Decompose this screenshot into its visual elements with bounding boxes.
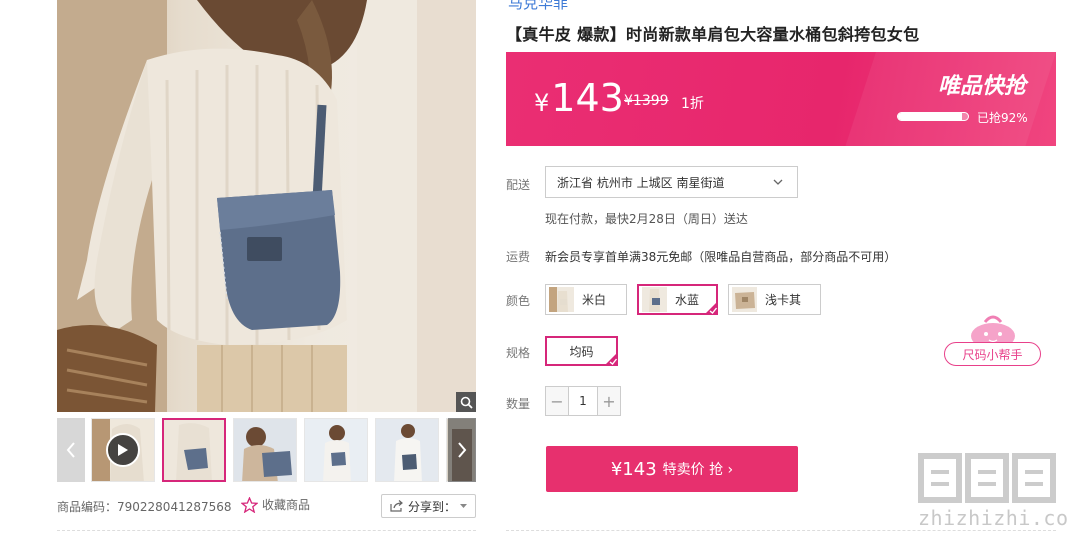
thumbnail-2[interactable] <box>162 418 226 482</box>
price-banner: ¥143 ¥1399 1折 唯品快抢 已抢92% <box>506 52 1056 146</box>
favorite-button[interactable]: 收藏商品 <box>241 496 310 513</box>
chevron-down-icon <box>460 503 467 508</box>
color-option-khaki[interactable]: 浅卡其 <box>728 284 821 315</box>
current-price: ¥143 <box>534 74 624 127</box>
quantity-label: 数量 <box>506 397 531 411</box>
buy-button-text: 特卖价 抢 › <box>662 462 734 478</box>
freight-text: 新会员专享首单满38元免邮（限唯品自营商品，部分商品不可用） <box>545 250 897 264</box>
color-swatch-image <box>732 287 757 312</box>
color-option-label: 米白 <box>582 293 607 307</box>
site-watermark: zhizhizhi.com <box>915 450 1067 532</box>
chevron-down-icon <box>773 179 783 185</box>
delivery-estimate: 现在付款，最快2月28日（周日）送达 <box>545 212 748 226</box>
left-divider <box>57 530 476 531</box>
check-icon <box>704 301 718 315</box>
chevron-left-icon <box>66 442 75 458</box>
current-price-value: 143 <box>551 76 624 120</box>
size-helper-label: 尺码小帮手 <box>944 342 1041 366</box>
favorite-label: 收藏商品 <box>262 498 311 512</box>
zoom-icon <box>460 396 473 409</box>
address-value: 浙江省 杭州市 上城区 南星街道 <box>557 175 725 190</box>
quantity-increase-button[interactable]: + <box>598 387 620 415</box>
check-icon <box>604 352 618 366</box>
original-price: ¥1399 <box>624 93 669 109</box>
color-option-label: 浅卡其 <box>765 293 802 307</box>
quantity-input[interactable] <box>568 387 598 415</box>
currency-symbol: ¥ <box>534 89 550 117</box>
sold-percent-text: 已抢92% <box>977 111 1028 125</box>
color-option-blue[interactable]: 水蓝 <box>637 284 718 315</box>
play-button[interactable] <box>106 433 140 467</box>
sku-code: 商品编码：790228041287568 <box>57 500 232 514</box>
thumbnail-next-button[interactable] <box>448 418 476 482</box>
color-option-label: 水蓝 <box>675 293 700 307</box>
zoom-button[interactable] <box>456 392 476 412</box>
thumbnail-5[interactable] <box>375 418 439 482</box>
color-label: 颜色 <box>506 294 531 308</box>
sold-progress-bar <box>897 112 969 121</box>
share-icon <box>390 500 403 512</box>
quantity-decrease-button[interactable]: − <box>546 387 568 415</box>
share-label: 分享到： <box>407 499 456 514</box>
size-helper-widget[interactable]: 尺码小帮手 <box>943 310 1043 368</box>
play-icon <box>118 444 128 456</box>
color-swatch-image <box>549 287 574 312</box>
brand-link[interactable]: 马克华菲 <box>508 0 568 13</box>
main-product-image[interactable] <box>57 0 476 412</box>
sold-progress-fill <box>898 113 963 120</box>
share-dropdown[interactable]: 分享到： <box>381 494 476 518</box>
thumbnail-prev-button[interactable] <box>57 418 85 482</box>
star-icon <box>241 496 258 513</box>
product-title: 【真牛皮 爆款】时尚新款单肩包大容量水桶包斜挎包女包 <box>506 25 920 44</box>
chevron-right-icon <box>458 442 467 458</box>
thumbnail-3[interactable] <box>233 418 297 482</box>
thumbnail-4[interactable] <box>304 418 368 482</box>
spec-label: 规格 <box>506 346 531 360</box>
thumbnail-strip <box>57 418 476 484</box>
watermark-url: zhizhizhi.com <box>918 506 1067 530</box>
buy-now-button[interactable]: ¥143 特卖价 抢 › <box>546 446 798 492</box>
quantity-stepper: − + <box>545 386 621 416</box>
delivery-label: 配送 <box>506 178 531 192</box>
watermark-logo <box>918 453 1056 503</box>
freight-label: 运费 <box>506 250 531 264</box>
address-select[interactable]: 浙江省 杭州市 上城区 南星街道 <box>545 166 798 198</box>
color-option-beige[interactable]: 米白 <box>545 284 627 315</box>
color-swatch-image <box>642 287 667 312</box>
size-option-one-size[interactable]: 均码 <box>545 336 618 366</box>
discount-label: 1折 <box>681 96 704 112</box>
buy-button-price: ¥143 <box>610 458 657 480</box>
thumbnail-video[interactable] <box>91 418 155 482</box>
flash-sale-title: 唯品快抢 <box>937 74 1026 99</box>
size-option-label: 均码 <box>569 344 594 359</box>
product-meta-row: 商品编码：790228041287568 收藏商品 分享到： <box>57 494 476 518</box>
